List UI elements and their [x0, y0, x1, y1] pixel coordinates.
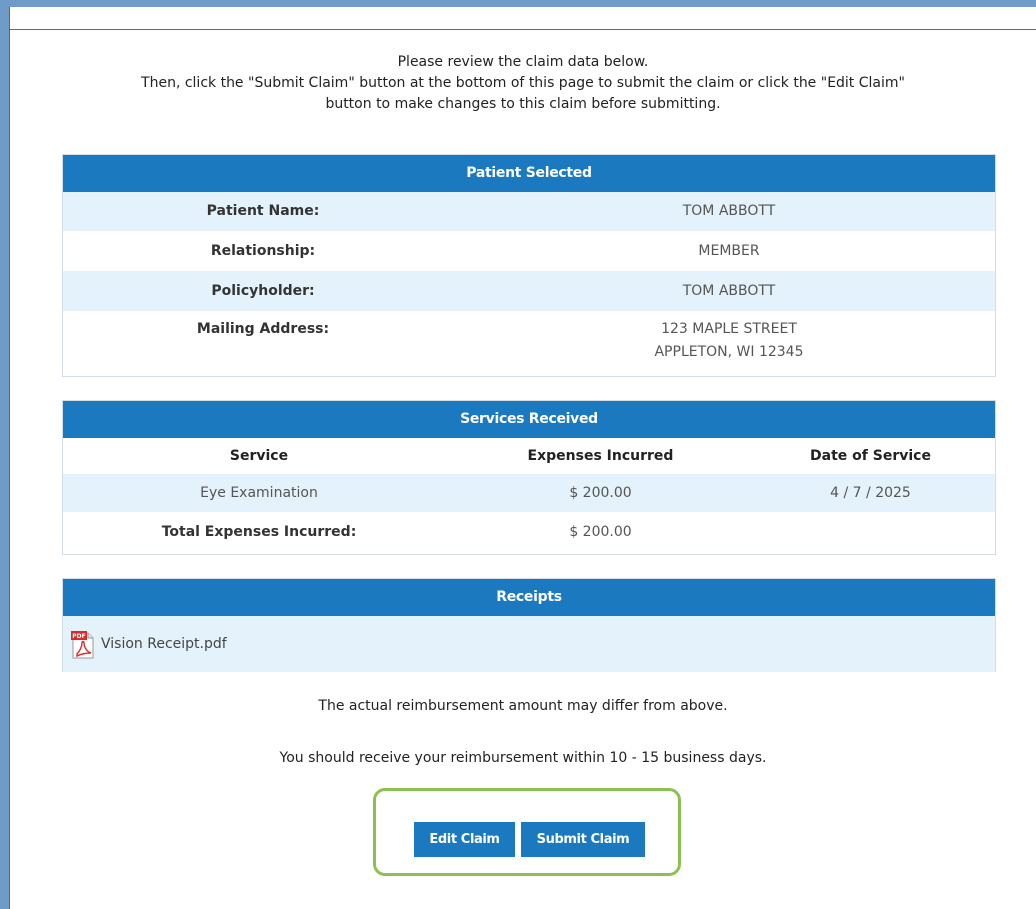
instructions-line-2: Then, click the "Submit Claim" button at… — [141, 75, 905, 91]
service-date: 4 / 7 / 2025 — [830, 485, 911, 501]
pdf-badge-text: PDF — [72, 633, 85, 640]
receipt-file-name[interactable]: Vision Receipt.pdf — [101, 636, 227, 652]
patient-name-value: TOM ABBOTT — [682, 203, 776, 219]
total-value: $ 200.00 — [569, 524, 632, 540]
patient-name-row: Patient Name: TOM ABBOTT — [63, 192, 995, 231]
reimbursement-timing-note: You should receive your reimbursement wi… — [279, 750, 767, 766]
instructions: Please review the claim data below. Then… — [10, 52, 1036, 115]
total-empty-cell — [746, 512, 995, 552]
column-header-service: Service — [229, 448, 289, 464]
relationship-label: Relationship: — [210, 243, 316, 259]
instructions-line-3: button to make changes to this claim bef… — [325, 96, 721, 112]
page: Please review the claim data below. Then… — [0, 0, 1036, 909]
mailing-address-value: 123 MAPLE STREET APPLETON, WI 12345 — [463, 318, 995, 376]
services-panel-header: Services Received — [63, 401, 995, 438]
service-name: Eye Examination — [200, 485, 318, 501]
instructions-line-1: Please review the claim data below. — [397, 54, 649, 70]
patient-panel-header: Patient Selected — [63, 155, 995, 192]
service-row: Eye Examination $ 200.00 4 / 7 / 2025 — [63, 474, 995, 512]
policyholder-label: Policyholder: — [211, 283, 315, 299]
policyholder-row: Policyholder: TOM ABBOTT — [63, 271, 995, 311]
window-left-edge — [9, 7, 10, 909]
total-label: Total Expenses Incurred: — [161, 524, 357, 540]
pdf-icon[interactable]: PDF — [71, 629, 95, 659]
patient-panel: Patient Selected Patient Name: TOM ABBOT… — [62, 154, 996, 377]
relationship-value: MEMBER — [698, 243, 760, 259]
window-top-border — [0, 0, 1036, 7]
column-header-expenses: Expenses Incurred — [527, 448, 674, 464]
edit-claim-button[interactable]: Edit Claim — [414, 822, 515, 857]
receipt-item[interactable]: PDF Vision Receipt.pdf — [63, 616, 995, 672]
window-left-border — [0, 0, 9, 909]
service-expense: $ 200.00 — [569, 485, 632, 501]
mailing-address-row: Mailing Address: 123 MAPLE STREET APPLET… — [63, 311, 995, 376]
address-line-1: 123 MAPLE STREET — [661, 321, 797, 337]
address-line-2: APPLETON, WI 12345 — [654, 344, 804, 360]
services-panel: Services Received Service Expenses Incur… — [62, 400, 996, 555]
mailing-address-label: Mailing Address: — [196, 321, 330, 337]
patient-name-label: Patient Name: — [206, 203, 320, 219]
column-header-date: Date of Service — [810, 448, 931, 464]
submit-claim-button[interactable]: Submit Claim — [521, 822, 645, 857]
total-row: Total Expenses Incurred: $ 200.00 — [63, 512, 995, 552]
receipts-panel-header: Receipts — [63, 579, 995, 616]
services-header-row: Service Expenses Incurred Date of Servic… — [63, 438, 995, 474]
policyholder-value: TOM ABBOTT — [682, 283, 776, 299]
relationship-row: Relationship: MEMBER — [63, 231, 995, 271]
receipts-panel: Receipts PDF Vision Receipt.pdf — [62, 578, 996, 672]
reimbursement-note: The actual reimbursement amount may diff… — [318, 698, 728, 714]
header-divider — [10, 29, 1036, 30]
